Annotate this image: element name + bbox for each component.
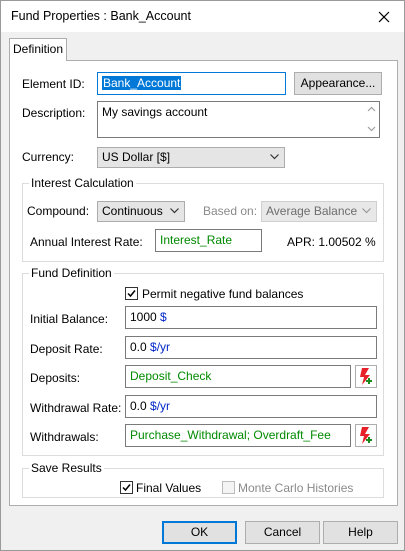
save-results-group: Save Results Final Values Monte Carlo Hi… xyxy=(22,461,384,498)
withdrawals-label: Withdrawals: xyxy=(30,430,99,444)
window-title: Fund Properties : Bank_Account xyxy=(11,9,191,23)
compound-value: Continuous xyxy=(102,204,163,218)
tab-definition[interactable]: Definition xyxy=(9,38,67,61)
deposit-rate-unit: $/yr xyxy=(150,340,171,354)
annual-rate-label: Annual Interest Rate: xyxy=(30,235,143,249)
withdrawal-rate-value: 0.0 xyxy=(130,399,147,413)
withdrawals-edit-button[interactable] xyxy=(355,424,377,447)
help-button[interactable]: Help xyxy=(323,521,398,544)
final-values-checkbox[interactable] xyxy=(120,481,133,494)
monte-carlo-label: Monte Carlo Histories xyxy=(238,481,354,495)
deposit-rate-label: Deposit Rate: xyxy=(30,342,103,356)
interest-calculation-group: Interest Calculation Compound: Continuou… xyxy=(22,176,384,262)
description-label: Description: xyxy=(22,106,86,120)
based-on-label: Based on: xyxy=(203,204,258,218)
cancel-button[interactable]: Cancel xyxy=(245,521,320,544)
tab-definition-label: Definition xyxy=(12,42,64,56)
initial-balance-value: 1000 xyxy=(130,310,157,324)
currency-select[interactable]: US Dollar [$] xyxy=(97,147,285,168)
description-scrollbar[interactable] xyxy=(364,102,379,137)
deposits-label: Deposits: xyxy=(30,371,81,385)
description-value: My savings account xyxy=(102,105,208,119)
annual-rate-value: Interest_Rate xyxy=(160,233,233,247)
permit-negative-checkbox[interactable] xyxy=(125,287,138,300)
close-icon xyxy=(378,11,390,22)
compound-label: Compound: xyxy=(27,204,90,218)
withdrawals-value: Purchase_Withdrawal; Overdraft_Fee xyxy=(130,428,331,442)
description-input[interactable]: My savings account xyxy=(97,101,380,138)
deposit-rate-value: 0.0 xyxy=(130,340,147,354)
ok-button[interactable]: OK xyxy=(162,521,237,544)
chevron-down-icon xyxy=(270,154,279,160)
chevron-down-icon xyxy=(362,208,371,214)
chevron-down-icon xyxy=(170,208,179,214)
deposits-value: Deposit_Check xyxy=(130,369,212,383)
monte-carlo-checkbox[interactable] xyxy=(222,481,235,494)
checkmark-icon xyxy=(127,290,136,298)
title-bar: Fund Properties : Bank_Account xyxy=(1,1,404,32)
element-id-input[interactable]: Bank_Account xyxy=(97,72,286,95)
element-id-label: Element ID: xyxy=(22,77,85,91)
initial-balance-label: Initial Balance: xyxy=(30,312,109,326)
checkmark-icon xyxy=(122,484,131,492)
fund-definition-group: Fund Definition Permit negative fund bal… xyxy=(22,266,384,456)
permit-negative-label: Permit negative fund balances xyxy=(142,287,304,301)
withdrawal-rate-label: Withdrawal Rate: xyxy=(30,401,122,415)
edit-expression-icon xyxy=(360,427,372,444)
currency-value: US Dollar [$] xyxy=(102,150,171,164)
edit-expression-icon xyxy=(360,368,372,385)
annual-rate-input[interactable]: Interest_Rate xyxy=(155,229,262,252)
compound-select[interactable]: Continuous xyxy=(97,201,185,222)
appearance-button[interactable]: Appearance... xyxy=(294,72,382,95)
interest-group-title: Interest Calculation xyxy=(29,176,136,190)
based-on-value: Average Balance xyxy=(266,204,358,218)
deposit-rate-input[interactable]: 0.0 $/yr xyxy=(125,336,377,359)
currency-label: Currency: xyxy=(22,150,75,164)
definition-panel: Element ID: Bank_Account Appearance... D… xyxy=(9,60,398,506)
deposits-input[interactable]: Deposit_Check xyxy=(125,365,351,388)
final-values-label: Final Values xyxy=(136,481,202,495)
fund-properties-dialog: Fund Properties : Bank_Account Definitio… xyxy=(0,0,405,551)
apr-text: APR: 1.00502 % xyxy=(287,235,376,249)
fund-group-title: Fund Definition xyxy=(29,266,114,280)
withdrawals-input[interactable]: Purchase_Withdrawal; Overdraft_Fee xyxy=(125,424,351,447)
initial-balance-input[interactable]: 1000 $ xyxy=(125,306,377,329)
withdrawal-rate-unit: $/yr xyxy=(150,399,171,413)
based-on-select[interactable]: Average Balance xyxy=(261,201,377,222)
element-id-value: Bank_Account xyxy=(102,76,182,90)
scroll-up-icon xyxy=(367,106,376,132)
deposits-edit-button[interactable] xyxy=(355,365,377,388)
withdrawal-rate-input[interactable]: 0.0 $/yr xyxy=(125,395,377,418)
close-button[interactable] xyxy=(364,1,404,32)
initial-balance-unit: $ xyxy=(160,310,167,324)
save-results-title: Save Results xyxy=(29,461,104,475)
